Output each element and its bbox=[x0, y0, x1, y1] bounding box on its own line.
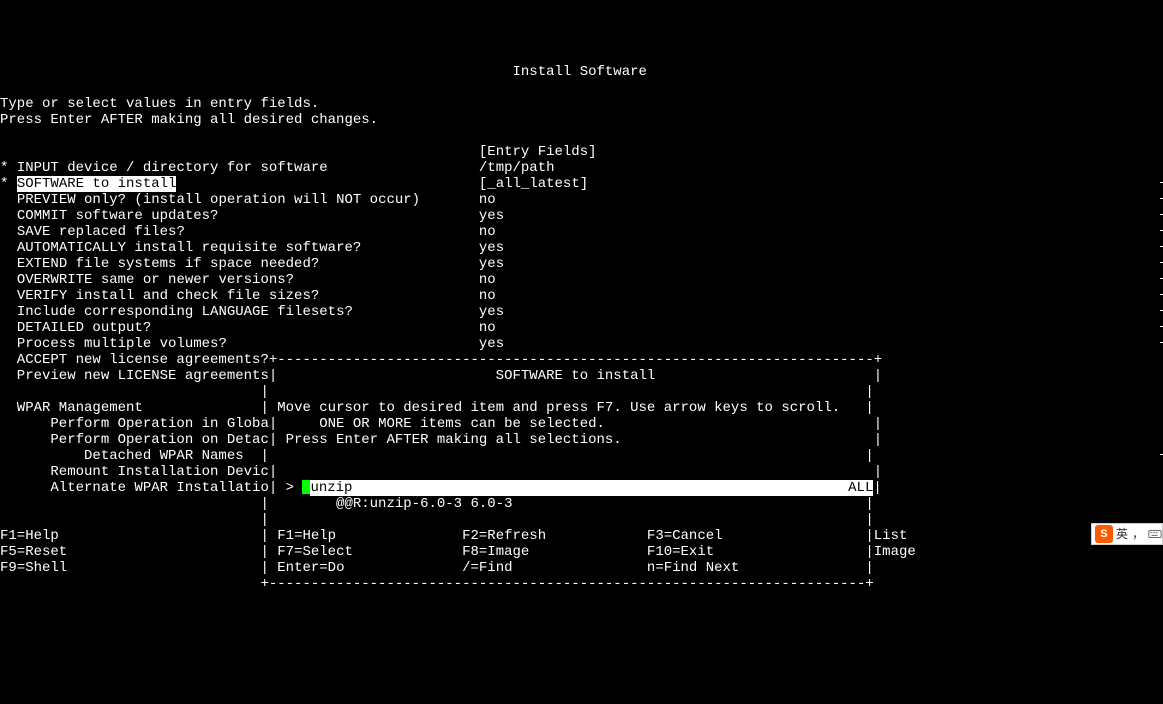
field-value-10[interactable]: no bbox=[479, 320, 1160, 336]
field-plus-3: + bbox=[1159, 208, 1163, 224]
field-value-2[interactable]: no bbox=[479, 192, 1160, 208]
lower-1: Preview new LICENSE agreements bbox=[0, 368, 269, 384]
field-value-1[interactable]: [_all_latest] bbox=[479, 176, 1160, 192]
lower-3: WPAR Management bbox=[0, 400, 260, 416]
field-label-4: SAVE replaced files? bbox=[17, 224, 479, 240]
field-value-4[interactable]: no bbox=[479, 224, 1160, 240]
field-label-0: INPUT device / directory for software bbox=[17, 160, 479, 176]
main-fkey-2[interactable]: F9=Shell bbox=[0, 560, 260, 576]
side-0: List bbox=[874, 528, 908, 544]
field-plus-7: + bbox=[1159, 272, 1163, 288]
instr-1: Type or select values in entry fields. bbox=[0, 96, 319, 112]
field-label-11: Process multiple volumes? bbox=[17, 336, 479, 352]
field-label-5: AUTOMATICALLY install requisite software… bbox=[17, 240, 479, 256]
field-value-0[interactable]: /tmp/path bbox=[479, 160, 1160, 176]
field-plus-2: + bbox=[1159, 192, 1163, 208]
lower-0: ACCEPT new license agreements? bbox=[0, 352, 269, 368]
field-label-1[interactable]: SOFTWARE to install bbox=[17, 176, 177, 192]
popup-title: SOFTWARE to install bbox=[277, 368, 874, 384]
field-label-2: PREVIEW only? (install operation will NO… bbox=[17, 192, 479, 208]
field-label-3: COMMIT software updates? bbox=[17, 208, 479, 224]
main-fkey-1[interactable]: F5=Reset bbox=[0, 544, 260, 560]
ime-mode: 英 bbox=[1116, 526, 1128, 542]
field-plus-10: + bbox=[1159, 320, 1163, 336]
page-title: Install Software bbox=[512, 64, 646, 80]
popup-item-detail: @@R:unzip-6.0-3 6.0-3 bbox=[269, 496, 866, 512]
field-value-11[interactable]: yes bbox=[479, 336, 1160, 352]
popup-line1: Move cursor to desired item and press F7… bbox=[269, 400, 866, 416]
lower-8: Alternate WPAR Installatio bbox=[0, 480, 269, 496]
instr-2: Press Enter AFTER making all desired cha… bbox=[0, 112, 378, 128]
sogou-icon: S bbox=[1095, 525, 1113, 543]
ime-punct: ， bbox=[1132, 526, 1144, 542]
popup-fkeys-1[interactable]: F7=Select F8=Image F10=Exit bbox=[269, 544, 866, 560]
field-value-3[interactable]: yes bbox=[479, 208, 1160, 224]
field-label-6: EXTEND file systems if space needed? bbox=[17, 256, 479, 272]
field-plus-4: + bbox=[1159, 224, 1163, 240]
lower-5: Perform Operation on Detac bbox=[0, 432, 269, 448]
popup-line3: Press Enter AFTER making all selections. bbox=[277, 432, 874, 448]
field-value-6[interactable]: yes bbox=[479, 256, 1160, 272]
field-plus-8: + bbox=[1159, 288, 1163, 304]
lower-6: Detached WPAR Names bbox=[0, 448, 260, 464]
field-plus-9: + bbox=[1159, 304, 1163, 320]
ime-bar[interactable]: S 英 ， bbox=[1091, 523, 1163, 545]
lower-7: Remount Installation Devic bbox=[0, 464, 269, 480]
field-value-7[interactable]: no bbox=[479, 272, 1160, 288]
field-value-9[interactable]: yes bbox=[479, 304, 1160, 320]
popup-fkeys-0[interactable]: F1=Help F2=Refresh F3=Cancel bbox=[269, 528, 866, 544]
popup-line2: ONE OR MORE items can be selected. bbox=[277, 416, 874, 432]
side-1: Image bbox=[874, 544, 916, 560]
field-plus-5: + bbox=[1159, 240, 1163, 256]
field-plus-6: + bbox=[1159, 256, 1163, 272]
field-value-5[interactable]: yes bbox=[479, 240, 1160, 256]
lower-2 bbox=[0, 384, 260, 400]
field-value-8[interactable]: no bbox=[479, 288, 1160, 304]
entry-fields-header: [Entry Fields] bbox=[479, 144, 597, 160]
field-label-7: OVERWRITE same or newer versions? bbox=[17, 272, 479, 288]
field-label-9: Include corresponding LANGUAGE filesets? bbox=[17, 304, 479, 320]
lower-4: Perform Operation in Globa bbox=[0, 416, 269, 432]
popup-item[interactable]: unzip ALL bbox=[310, 480, 873, 496]
popup-fkeys-2[interactable]: Enter=Do /=Find n=Find Next bbox=[269, 560, 866, 576]
popup-border-top: +---------------------------------------… bbox=[269, 352, 882, 368]
field-label-8: VERIFY install and check file sizes? bbox=[17, 288, 479, 304]
field-plus-1: + bbox=[1159, 176, 1163, 192]
main-fkey-0[interactable]: F1=Help bbox=[0, 528, 260, 544]
field-label-10: DETAILED output? bbox=[17, 320, 479, 336]
keyboard-icon bbox=[1148, 527, 1162, 541]
field-plus-11: + bbox=[1159, 336, 1163, 352]
